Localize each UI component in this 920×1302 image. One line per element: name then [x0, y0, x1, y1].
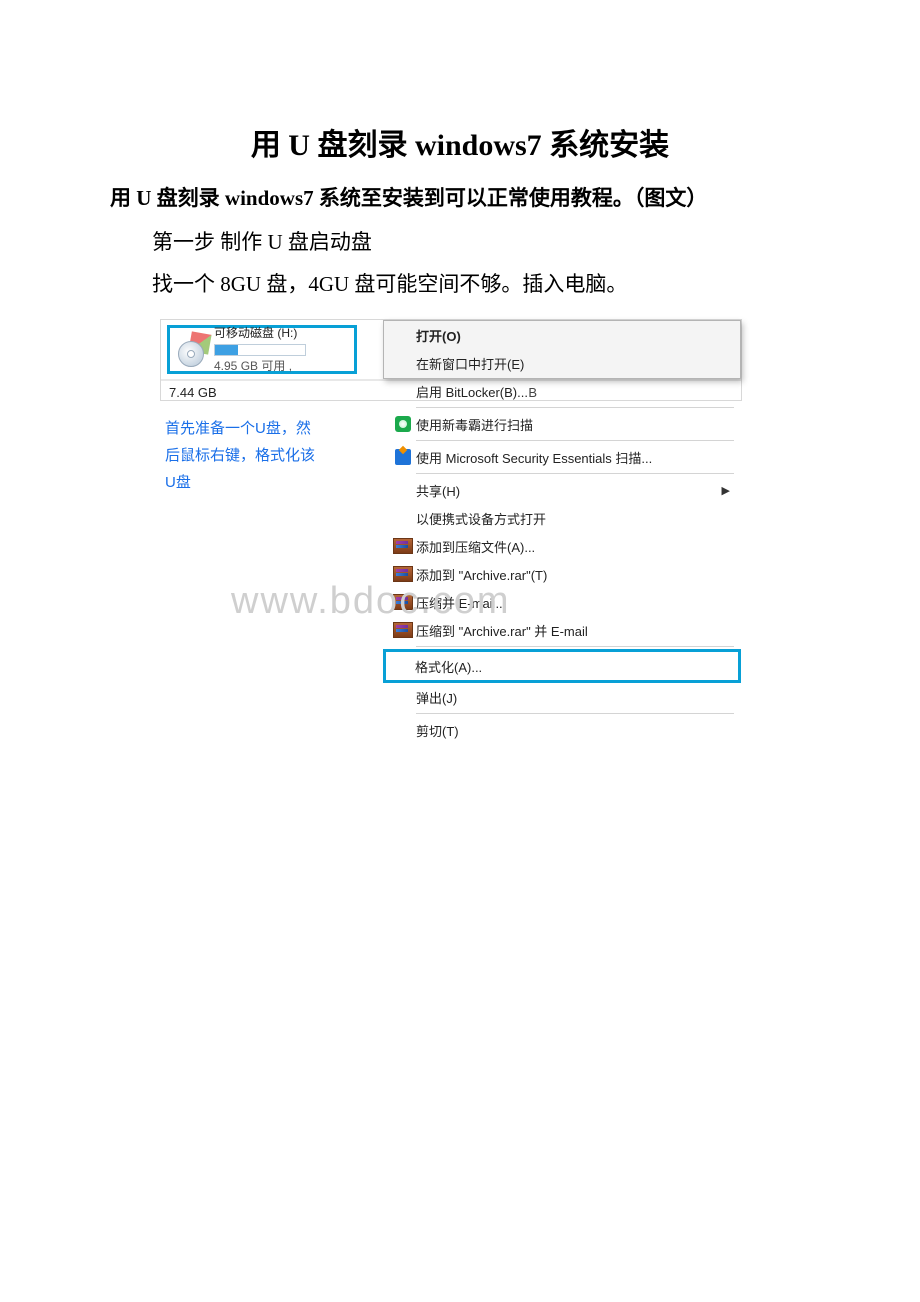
document-title: 用 U 盘刻录 windows7 系统安装: [110, 120, 810, 164]
menu-item-scan-mse[interactable]: 使用 Microsoft Security Essentials 扫描...: [384, 443, 740, 471]
menu-separator: [416, 440, 734, 441]
context-menu: 打开(O) 在新窗口中打开(E) 启用 BitLocker(B)... 使用新毒…: [383, 320, 741, 379]
menu-item-compress-rar-email[interactable]: 压缩到 "Archive.rar" 并 E-mail: [384, 616, 740, 644]
menu-item-bitlocker[interactable]: 启用 BitLocker(B)...: [384, 377, 740, 405]
paragraph-step-1: 第一步 制作 U 盘启动盘: [110, 226, 810, 260]
menu-separator: [416, 407, 734, 408]
archive-icon: [393, 538, 413, 554]
submenu-arrow-icon: ▶: [722, 484, 730, 497]
antivirus-icon: [395, 416, 411, 432]
menu-separator: [416, 713, 734, 714]
menu-item-compress-email[interactable]: 压缩并 E-mail...: [384, 588, 740, 616]
menu-label: 压缩并 E-mail...: [416, 593, 730, 612]
annotation-caption: 首先准备一个U盘，然后鼠标右键，格式化该U盘: [165, 415, 325, 496]
menu-label: 在新窗口中打开(E): [416, 354, 730, 373]
removable-drive-item[interactable]: 可移动磁盘 (H:) 4.95 GB 可用 ,: [167, 325, 357, 374]
disk-size-label: 7.44 GB: [169, 385, 217, 400]
menu-separator: [416, 646, 734, 647]
disc-drive-icon: [176, 333, 210, 367]
menu-item-format[interactable]: 格式化(A)...: [383, 649, 741, 683]
archive-icon: [393, 566, 413, 582]
drive-free-space: 4.95 GB 可用 ,: [214, 358, 306, 375]
drive-usage-bar: [214, 344, 306, 356]
menu-label: 压缩到 "Archive.rar" 并 E-mail: [416, 621, 730, 640]
menu-label: 使用 Microsoft Security Essentials 扫描...: [416, 448, 730, 467]
menu-label: 以便携式设备方式打开: [416, 509, 730, 528]
menu-separator: [416, 473, 734, 474]
menu-item-open-portable[interactable]: 以便携式设备方式打开: [384, 504, 740, 532]
paragraph-step-2: 找一个 8GU 盘，4GU 盘可能空间不够。插入电脑。: [110, 268, 810, 302]
archive-icon: [393, 622, 413, 638]
menu-label: 添加到压缩文件(A)...: [416, 537, 730, 556]
drive-name: 可移动磁盘 (H:): [214, 325, 306, 342]
document-subtitle: 用 U 盘刻录 windows7 系统至安装到可以正常使用教程。（图文）: [110, 182, 810, 212]
menu-label: 共享(H): [416, 481, 722, 500]
menu-label: 剪切(T): [416, 721, 730, 740]
menu-label: 使用新毒霸进行扫描: [416, 415, 730, 434]
mse-icon: [395, 449, 411, 465]
menu-item-open[interactable]: 打开(O): [384, 321, 740, 349]
menu-item-share[interactable]: 共享(H) ▶: [384, 476, 740, 504]
menu-label: 弹出(J): [416, 688, 730, 707]
menu-item-add-to-archive[interactable]: 添加到压缩文件(A)...: [384, 532, 740, 560]
archive-icon: [393, 594, 413, 610]
menu-item-scan-duba[interactable]: 使用新毒霸进行扫描: [384, 410, 740, 438]
menu-label: 打开(O): [416, 326, 730, 345]
menu-item-cut[interactable]: 剪切(T): [384, 716, 740, 741]
screenshot-context-menu: 可移动磁盘 (H:) 4.95 GB 可用 , 打开(O) 在新窗口中打开(E)…: [160, 319, 742, 401]
menu-label: 启用 BitLocker(B)...: [416, 382, 730, 401]
menu-item-open-new-window[interactable]: 在新窗口中打开(E): [384, 349, 740, 377]
menu-label: 添加到 "Archive.rar"(T): [416, 565, 730, 584]
menu-item-add-to-archive-rar[interactable]: 添加到 "Archive.rar"(T): [384, 560, 740, 588]
menu-label: 格式化(A)...: [415, 657, 731, 676]
menu-item-eject[interactable]: 弹出(J): [384, 683, 740, 711]
